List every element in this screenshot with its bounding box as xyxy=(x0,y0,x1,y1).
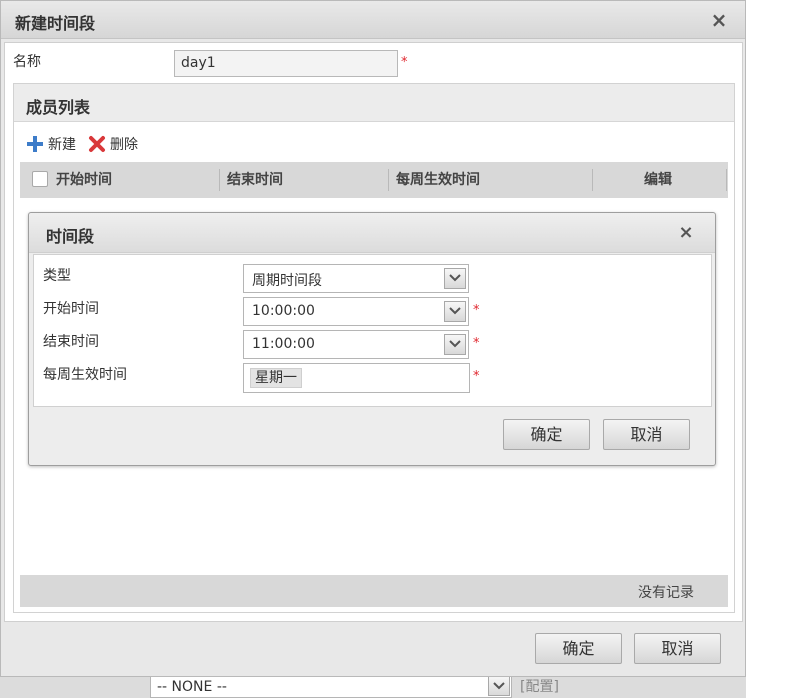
column-start-time[interactable]: 开始时间 xyxy=(56,162,112,198)
column-divider xyxy=(592,169,593,191)
time-period-cancel-button[interactable]: 取消 xyxy=(603,419,690,450)
chevron-down-icon xyxy=(449,340,461,348)
close-icon[interactable]: × xyxy=(674,221,698,245)
background-tag: [配置] xyxy=(520,679,559,695)
chevron-down-icon xyxy=(449,307,461,315)
column-weekly-time[interactable]: 每周生效时间 xyxy=(396,162,480,198)
member-list-title: 成员列表 xyxy=(26,98,91,117)
required-mark: * xyxy=(473,369,480,384)
end-time-dropdown-button[interactable] xyxy=(444,334,466,355)
time-period-form: 类型 周期时间段 开始时间 10:00:00 * 结束时间 11:00:00 *… xyxy=(33,254,712,407)
column-end-time[interactable]: 结束时间 xyxy=(227,162,283,198)
chevron-down-icon xyxy=(493,682,505,690)
delete-x-icon xyxy=(89,136,105,152)
name-label: 名称 xyxy=(13,54,41,70)
start-time-dropdown-button[interactable] xyxy=(444,301,466,322)
column-edit[interactable]: 编辑 xyxy=(644,162,672,198)
start-time-value: 10:00:00 xyxy=(252,303,315,319)
dialog-ok-button[interactable]: 确定 xyxy=(535,633,622,664)
add-button-label: 新建 xyxy=(48,137,76,153)
required-mark: * xyxy=(401,55,408,70)
end-time-label: 结束时间 xyxy=(43,334,99,350)
type-select[interactable]: 周期时间段 xyxy=(243,264,469,293)
column-divider xyxy=(388,169,389,191)
member-grid-header: 开始时间 结束时间 每周生效时间 编辑 xyxy=(20,162,728,198)
chevron-down-icon xyxy=(449,274,461,282)
background-page xyxy=(746,0,807,698)
dialog-title-bar[interactable]: 新建时间段 × xyxy=(1,1,745,39)
background-select-dropdown-button[interactable] xyxy=(488,676,510,696)
delete-button-label: 删除 xyxy=(110,137,138,153)
type-label: 类型 xyxy=(43,268,71,284)
time-period-title-bar[interactable]: 时间段 × xyxy=(29,213,715,253)
required-mark: * xyxy=(473,336,480,351)
select-all-checkbox[interactable] xyxy=(32,171,48,187)
name-field[interactable]: day1 xyxy=(174,50,398,77)
column-divider xyxy=(219,169,220,191)
time-period-title: 时间段 xyxy=(46,227,95,246)
delete-button[interactable]: 删除 xyxy=(88,134,138,154)
weekly-time-label: 每周生效时间 xyxy=(43,367,127,383)
time-period-dialog: 时间段 × 类型 周期时间段 开始时间 10:00:00 * 结束时间 11:0… xyxy=(28,212,716,466)
background-select[interactable]: -- NONE -- xyxy=(150,676,512,698)
end-time-value: 11:00:00 xyxy=(252,336,315,352)
dialog-cancel-button[interactable]: 取消 xyxy=(634,633,721,664)
weekly-time-field[interactable]: 星期一 xyxy=(243,363,470,393)
dialog-title: 新建时间段 xyxy=(15,14,96,33)
plus-icon xyxy=(27,136,43,152)
weekday-tag[interactable]: 星期一 xyxy=(250,368,302,388)
start-time-select[interactable]: 10:00:00 xyxy=(243,297,469,326)
close-icon[interactable]: × xyxy=(707,8,731,32)
member-grid-footer: 没有记录 xyxy=(20,575,728,607)
column-divider xyxy=(726,169,727,191)
type-select-dropdown-button[interactable] xyxy=(444,268,466,289)
member-list-header: 成员列表 xyxy=(14,84,734,122)
no-records-text: 没有记录 xyxy=(638,585,694,601)
required-mark: * xyxy=(473,303,480,318)
type-select-value: 周期时间段 xyxy=(252,273,322,289)
start-time-label: 开始时间 xyxy=(43,301,99,317)
time-period-ok-button[interactable]: 确定 xyxy=(503,419,590,450)
add-button[interactable]: 新建 xyxy=(26,134,76,154)
end-time-select[interactable]: 11:00:00 xyxy=(243,330,469,359)
